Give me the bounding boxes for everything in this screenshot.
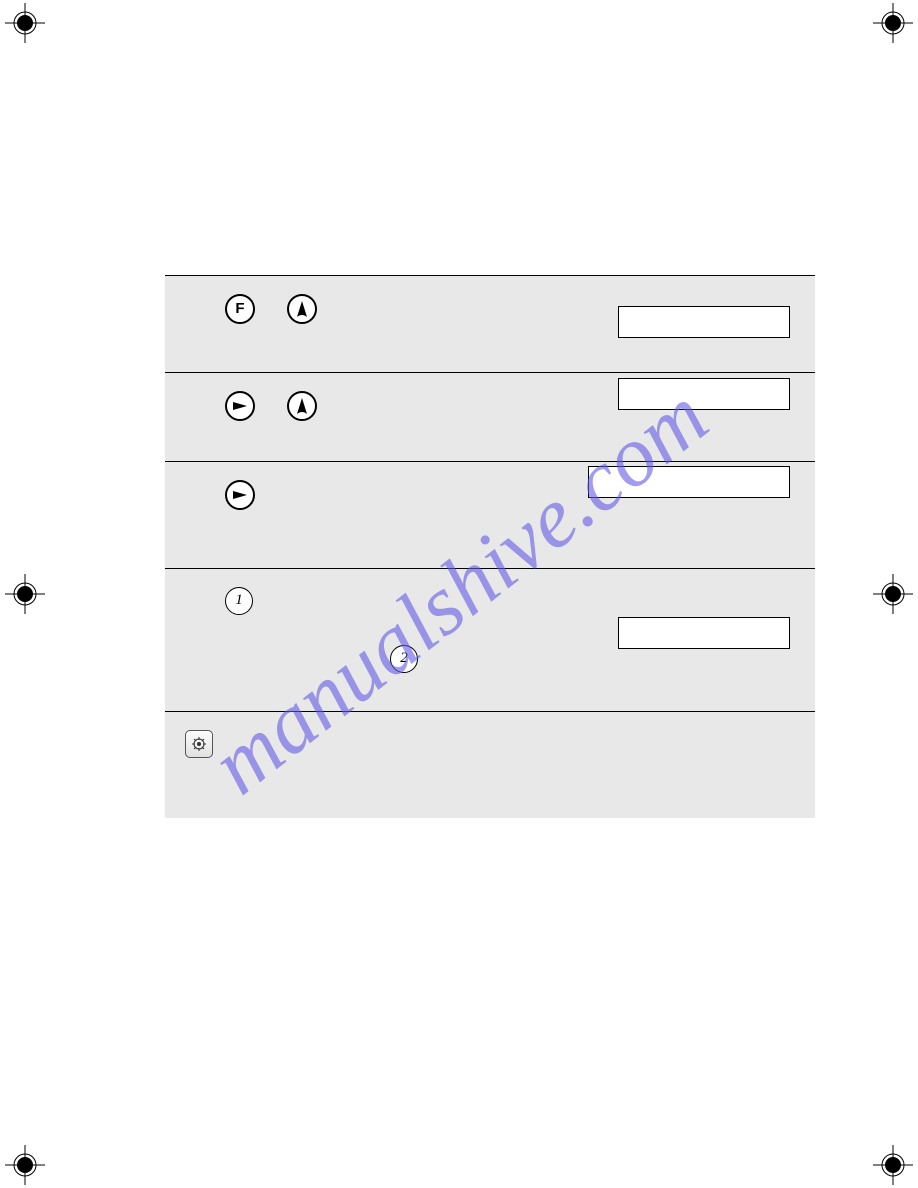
up-button-icon (287, 294, 317, 324)
crop-mark-tr (873, 3, 913, 43)
instruction-row-2 (165, 373, 815, 462)
step-1-icon: 1 (225, 587, 253, 615)
display-field-4 (618, 617, 790, 649)
display-field-3 (588, 466, 790, 498)
crop-mark-tl (5, 3, 45, 43)
crop-mark-ml (5, 574, 45, 614)
crop-mark-bl (5, 1145, 45, 1185)
manual-instruction-panel: 1 2 (165, 275, 815, 818)
instruction-row-4: 1 2 (165, 569, 815, 712)
instruction-row-5 (165, 712, 815, 818)
right-arrow-button-icon (225, 480, 255, 510)
settings-button-icon (185, 730, 213, 758)
instruction-row-3 (165, 462, 815, 569)
f-button-icon (225, 294, 255, 324)
crop-mark-mr (873, 574, 913, 614)
up-button-icon (287, 391, 317, 421)
display-field-1 (618, 306, 790, 338)
display-field-2 (618, 378, 790, 410)
right-arrow-button-icon (225, 391, 255, 421)
crop-mark-br (873, 1145, 913, 1185)
instruction-row-1 (165, 276, 815, 373)
step-2-icon: 2 (390, 645, 418, 673)
